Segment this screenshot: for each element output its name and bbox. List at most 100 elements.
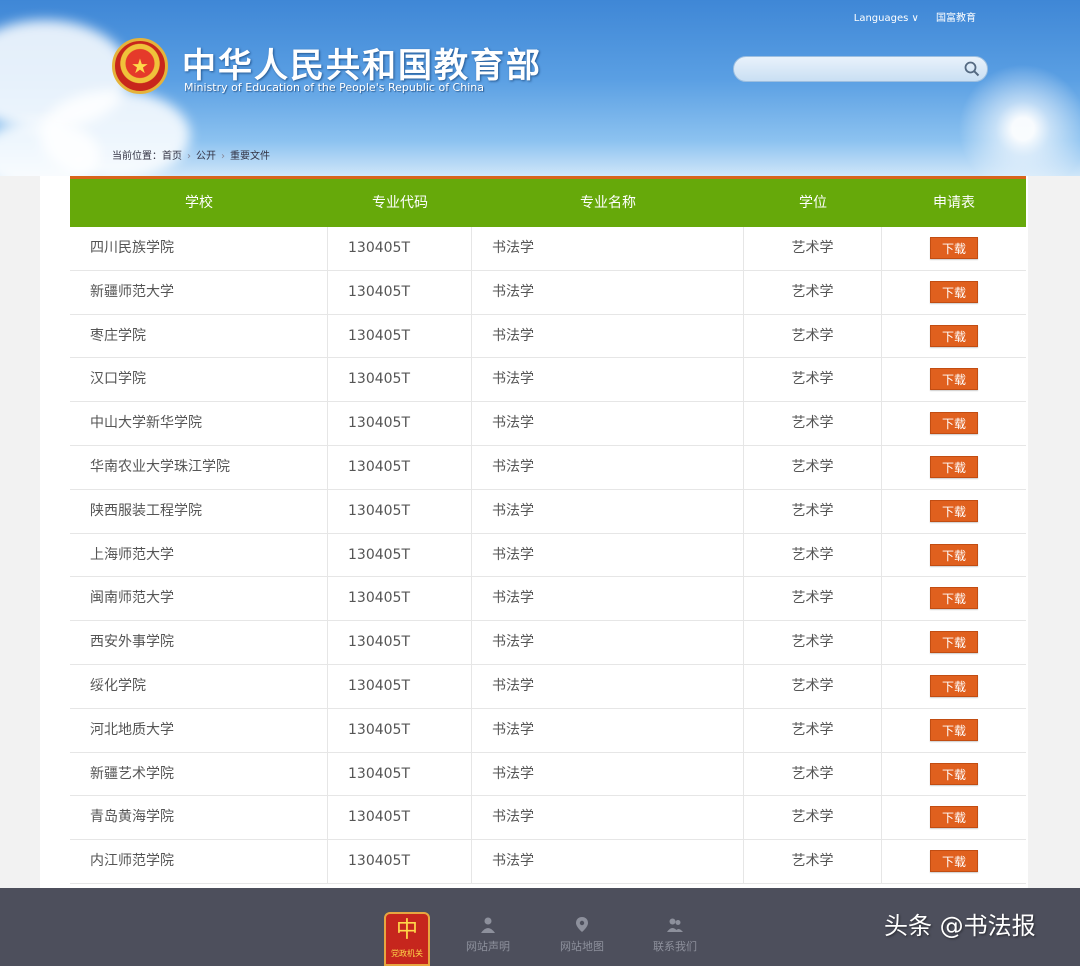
major-code-cell: 130405T [328, 533, 472, 577]
site-title[interactable]: 中华人民共和国教育部 [182, 38, 542, 87]
site-header: ★ 中华人民共和国教育部 Ministry of Education of th… [0, 0, 1080, 176]
major-name-cell: 书法学 [472, 533, 744, 577]
major-code-cell: 130405T [328, 402, 472, 445]
column-header-major-code: 专业代码 [372, 195, 428, 211]
column-header-application: 申请表 [933, 195, 975, 211]
download-button[interactable]: 下载 [930, 587, 978, 610]
download-button[interactable]: 下载 [930, 631, 978, 654]
degree-cell: 艺术学 [744, 577, 882, 621]
download-button[interactable]: 下载 [930, 368, 978, 391]
application-cell: 下载 [882, 796, 1026, 839]
government-agency-logo[interactable]: 中 党政机关 [384, 912, 430, 966]
major-code-cell: 130405T [328, 489, 472, 533]
table-row: 四川民族学院 130405T 书法学 艺术学 下载 [70, 227, 1026, 271]
top-links: Languages ∨ 国富教育 [840, 9, 976, 24]
table-row: 中山大学新华学院 130405T 书法学 艺术学 下载 [70, 402, 1026, 446]
download-button[interactable]: 下载 [930, 543, 978, 566]
download-button[interactable]: 下载 [930, 806, 978, 829]
accessibility-link[interactable]: 国富教育 [936, 13, 976, 24]
application-cell: 下载 [882, 621, 1026, 664]
school-cell: 陕西服装工程学院 [70, 489, 328, 533]
breadcrumb-item-public[interactable]: 公开 [196, 151, 216, 162]
site-subtitle: Ministry of Education of the People's Re… [184, 81, 484, 94]
party-emblem-icon: 中 [395, 918, 418, 943]
school-cell: 绥化学院 [70, 664, 328, 708]
column-header-school: 学校 [185, 195, 213, 211]
application-cell: 下载 [882, 446, 1026, 489]
major-code-cell: 130405T [328, 358, 472, 402]
application-cell: 下载 [882, 709, 1026, 752]
school-cell: 西安外事学院 [70, 621, 328, 664]
degree-cell: 艺术学 [744, 533, 882, 577]
watermark: 头条 @书法报 [884, 912, 1036, 940]
search-input[interactable] [733, 56, 988, 82]
degree-cell: 艺术学 [744, 445, 882, 489]
table-row: 华南农业大学珠江学院 130405T 书法学 艺术学 下载 [70, 445, 1026, 490]
school-cell: 中山大学新华学院 [70, 402, 328, 445]
major-name-cell: 书法学 [472, 752, 744, 796]
location-pin-icon [576, 917, 588, 932]
major-code-cell: 130405T [328, 227, 472, 270]
major-code-cell: 130405T [328, 621, 472, 664]
application-cell: 下载 [882, 490, 1026, 533]
application-cell: 下载 [882, 534, 1026, 577]
school-cell: 枣庄学院 [70, 314, 328, 358]
footer-link-sitemap[interactable]: 网站地图 [552, 916, 612, 954]
chevron-right-icon: › [187, 151, 191, 162]
major-code-cell: 130405T [328, 796, 472, 840]
table-row: 河北地质大学 130405T 书法学 艺术学 下载 [70, 708, 1026, 753]
download-button[interactable]: 下载 [930, 324, 978, 347]
table-row: 内江师范学院 130405T 书法学 艺术学 下载 [70, 840, 1026, 884]
major-code-cell: 130405T [328, 445, 472, 489]
major-name-cell: 书法学 [472, 489, 744, 533]
breadcrumb: 当前位置：首页 › 公开 › 重要文件 [112, 147, 270, 162]
download-button[interactable]: 下载 [930, 850, 978, 873]
download-button[interactable]: 下载 [930, 412, 978, 435]
school-cell: 汉口学院 [70, 358, 328, 402]
degree-cell: 艺术学 [744, 664, 882, 708]
major-name-cell: 书法学 [472, 314, 744, 358]
column-header-degree: 学位 [799, 195, 827, 211]
table-row: 绥化学院 130405T 书法学 艺术学 下载 [70, 664, 1026, 709]
breadcrumb-item-home[interactable]: 首页 [162, 151, 182, 162]
table-row: 新疆师范大学 130405T 书法学 艺术学 下载 [70, 270, 1026, 315]
footer-link-label: 联系我们 [653, 940, 697, 953]
major-name-cell: 书法学 [472, 227, 744, 270]
table-row: 上海师范大学 130405T 书法学 艺术学 下载 [70, 533, 1026, 578]
footer-link-contact[interactable]: 联系我们 [645, 916, 705, 954]
download-button[interactable]: 下载 [930, 499, 978, 522]
major-name-cell: 书法学 [472, 796, 744, 840]
degree-cell: 艺术学 [744, 227, 882, 270]
application-cell: 下载 [882, 840, 1026, 883]
major-name-cell: 书法学 [472, 270, 744, 314]
download-button[interactable]: 下载 [930, 674, 978, 697]
breadcrumb-prefix: 当前位置： [112, 151, 162, 162]
download-button[interactable]: 下载 [930, 237, 978, 259]
languages-link[interactable]: Languages ∨ [854, 13, 919, 24]
major-code-cell: 130405T [328, 270, 472, 314]
degree-cell: 艺术学 [744, 270, 882, 314]
download-button[interactable]: 下载 [930, 280, 978, 303]
major-code-cell: 130405T [328, 664, 472, 708]
degree-cell: 艺术学 [744, 489, 882, 533]
major-name-cell: 书法学 [472, 402, 744, 445]
school-cell: 新疆师范大学 [70, 270, 328, 314]
degree-cell: 艺术学 [744, 840, 882, 883]
contacts-icon [667, 918, 683, 932]
degree-cell: 艺术学 [744, 402, 882, 445]
search-icon[interactable] [963, 60, 981, 78]
major-code-cell: 130405T [328, 752, 472, 796]
degree-cell: 艺术学 [744, 621, 882, 664]
table-row: 青岛黄海学院 130405T 书法学 艺术学 下载 [70, 796, 1026, 841]
download-button[interactable]: 下载 [930, 455, 978, 478]
major-code-cell: 130405T [328, 577, 472, 621]
column-header-major-name: 专业名称 [580, 195, 636, 211]
download-button[interactable]: 下载 [930, 762, 978, 785]
breadcrumb-item-documents[interactable]: 重要文件 [230, 151, 270, 162]
download-button[interactable]: 下载 [930, 718, 978, 741]
application-cell: 下载 [882, 227, 1026, 270]
degree-cell: 艺术学 [744, 358, 882, 402]
degree-cell: 艺术学 [744, 796, 882, 840]
footer-link-statement[interactable]: 网站声明 [458, 916, 518, 954]
major-name-cell: 书法学 [472, 358, 744, 402]
